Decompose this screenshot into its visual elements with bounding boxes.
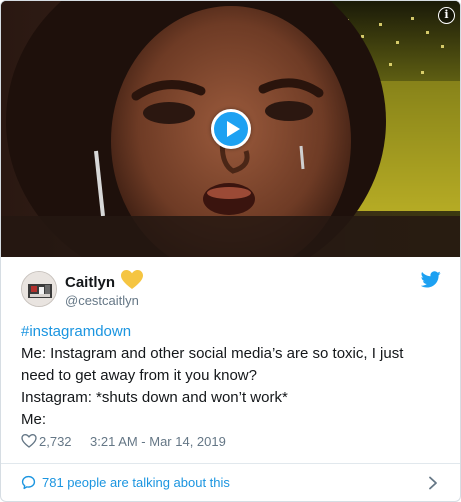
talking-count[interactable]: 781 people are talking about this — [42, 475, 230, 490]
like-count[interactable]: 2,732 — [39, 434, 72, 449]
author-name[interactable]: Caitlyn — [65, 274, 115, 291]
author-handle[interactable]: @cestcaitlyn — [65, 293, 139, 308]
yellow-heart-icon — [121, 270, 143, 289]
tweet-text-line: Me: — [21, 411, 47, 428]
tweet-text-line: Instagram: *shuts down and won’t work* — [21, 389, 288, 406]
tweet-card: i Caitlyn @cestcaitlyn #instagramdown Me… — [0, 0, 461, 502]
play-icon — [227, 121, 240, 137]
like-heart-icon[interactable] — [21, 433, 37, 449]
avatar-image — [22, 272, 56, 306]
avatar[interactable] — [21, 271, 57, 307]
speech-bubble-icon — [21, 475, 36, 490]
twitter-bird-icon[interactable] — [421, 271, 441, 288]
tweet-timestamp[interactable]: 3:21 AM - Mar 14, 2019 — [90, 434, 226, 449]
tweet-header: Caitlyn @cestcaitlyn — [1, 258, 460, 318]
chevron-right-icon[interactable] — [428, 476, 438, 490]
tweet-text: #instagramdown Me: Instagram and other s… — [21, 321, 451, 431]
conversation-link[interactable]: 781 people are talking about this — [1, 463, 460, 501]
info-icon[interactable]: i — [438, 7, 455, 24]
hashtag-link[interactable]: #instagramdown — [21, 321, 451, 343]
tweet-media[interactable]: i — [1, 1, 460, 257]
tweet-text-line: need to get away from it you know? — [21, 367, 257, 384]
play-button[interactable] — [211, 109, 251, 149]
tweet-text-line: Me: Instagram and other social media’s a… — [21, 345, 404, 362]
